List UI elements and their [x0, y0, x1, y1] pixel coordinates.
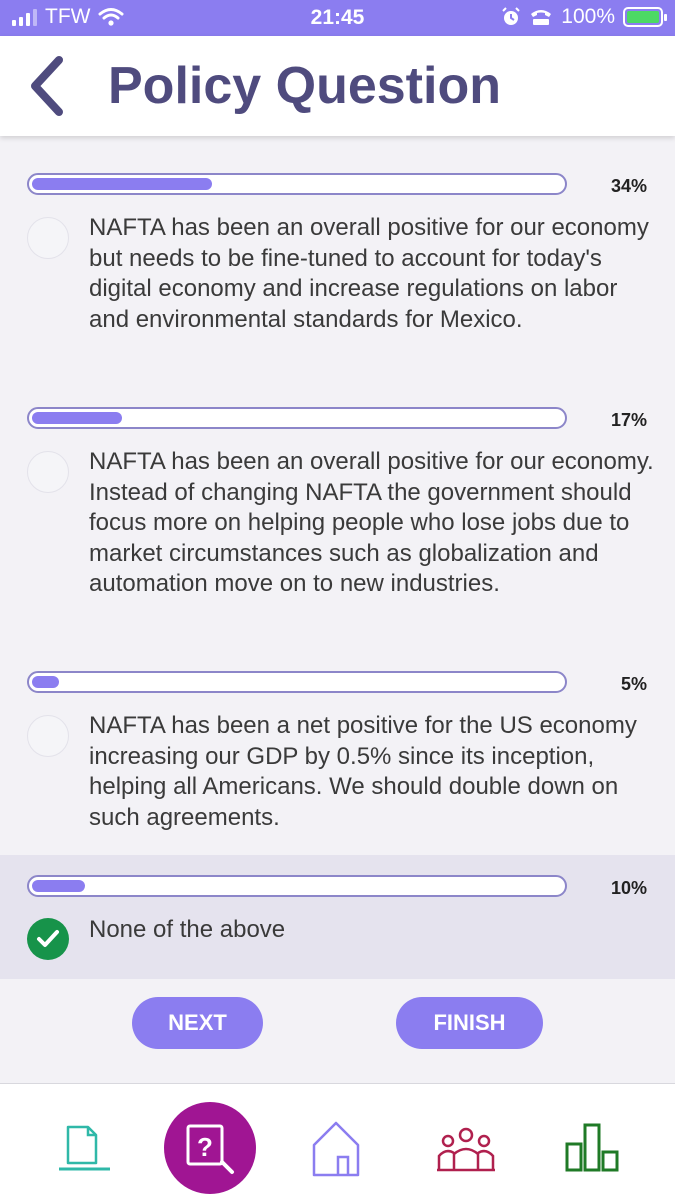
home-icon [312, 1121, 360, 1177]
progress-fill [32, 880, 85, 892]
svg-text:?: ? [197, 1132, 213, 1162]
nav-people[interactable] [434, 1124, 498, 1174]
progress-bar [27, 407, 567, 429]
people-icon [437, 1127, 495, 1172]
progress-bar [27, 875, 567, 897]
nav-question[interactable]: ? [164, 1102, 256, 1194]
bottom-nav: ? [0, 1083, 675, 1200]
progress-fill [32, 412, 123, 424]
status-right: 100% [501, 5, 667, 29]
back-button[interactable] [22, 56, 72, 116]
tty-icon [531, 10, 552, 25]
battery-label: 100% [561, 5, 615, 28]
alarm-icon [502, 7, 520, 25]
percent-label: 17% [610, 410, 647, 430]
radio-button[interactable] [27, 715, 69, 757]
next-button[interactable]: NEXT [132, 997, 263, 1049]
nav-document[interactable] [50, 1120, 114, 1176]
status-bar: TFW 21:45 100% [0, 0, 675, 36]
chevron-left-icon [31, 56, 63, 116]
option-text: NAFTA has been a net positive for the US… [89, 712, 637, 831]
answer-option-selected[interactable]: 10% None of the above [0, 855, 675, 979]
nav-home[interactable] [306, 1118, 366, 1178]
finish-button[interactable]: FINISH [396, 997, 543, 1049]
document-icon [59, 1125, 110, 1171]
progress-bar [27, 671, 567, 693]
option-text: None of the above [89, 916, 286, 943]
radio-button[interactable] [27, 217, 69, 259]
progress-bar [27, 173, 567, 195]
question-search-icon: ? [186, 1124, 234, 1174]
answer-option[interactable]: 34% NAFTA has been an overall positive f… [0, 160, 675, 390]
battery-charging-icon [623, 7, 667, 27]
progress-fill [32, 676, 59, 688]
nav-results[interactable] [562, 1120, 622, 1174]
answer-option[interactable]: 17% NAFTA has been an overall positive f… [0, 394, 675, 654]
bar-chart-icon [565, 1123, 619, 1172]
percent-label: 34% [610, 176, 647, 196]
page-title: Policy Question [108, 57, 501, 115]
progress-fill [32, 178, 213, 190]
option-text: NAFTA has been an overall positive for o… [89, 214, 649, 333]
radio-button[interactable] [27, 451, 69, 493]
percent-label: 10% [610, 878, 647, 898]
percent-label: 5% [620, 674, 647, 694]
answer-option[interactable]: 5% NAFTA has been a net positive for the… [0, 658, 675, 854]
checkmark-icon[interactable] [27, 918, 69, 960]
header: Policy Question [0, 36, 675, 136]
option-text: NAFTA has been an overall positive for o… [89, 448, 654, 597]
